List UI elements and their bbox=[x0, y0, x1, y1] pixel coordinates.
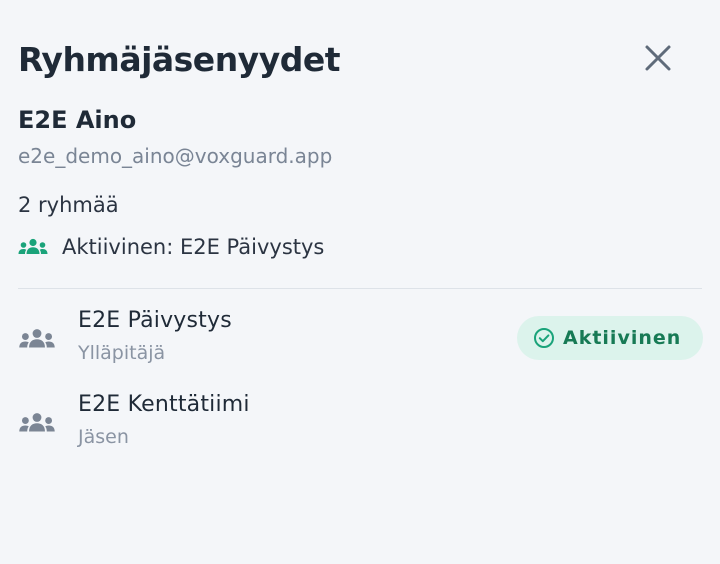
group-count: 2 ryhmää bbox=[18, 193, 119, 217]
active-group-line: Aktiivinen: E2E Päivystys bbox=[18, 232, 324, 262]
group-name: E2E Kenttätiimi bbox=[78, 392, 250, 417]
group-row-e2e-kenttatiimi[interactable]: E2E Kenttätiimi Jäsen bbox=[0, 390, 720, 462]
group-icon bbox=[18, 237, 48, 257]
close-button[interactable] bbox=[636, 36, 680, 80]
divider bbox=[18, 288, 702, 289]
page-title: Ryhmäjäsenyydet bbox=[18, 40, 340, 79]
badge-label: Aktiivinen bbox=[563, 327, 682, 349]
active-badge: Aktiivinen bbox=[517, 316, 703, 360]
group-icon bbox=[18, 412, 56, 438]
group-name: E2E Päivystys bbox=[78, 308, 232, 333]
check-circle-icon bbox=[533, 327, 555, 349]
group-role: Ylläpitäjä bbox=[78, 342, 166, 364]
active-group-text: Aktiivinen: E2E Päivystys bbox=[62, 235, 325, 259]
group-memberships-panel: Ryhmäjäsenyydet E2E Aino e2e_demo_aino@v… bbox=[0, 0, 720, 564]
close-icon bbox=[645, 45, 671, 71]
user-name: E2E Aino bbox=[18, 106, 137, 134]
user-email: e2e_demo_aino@voxguard.app bbox=[18, 144, 333, 168]
group-icon bbox=[18, 328, 56, 354]
group-role: Jäsen bbox=[78, 426, 129, 448]
